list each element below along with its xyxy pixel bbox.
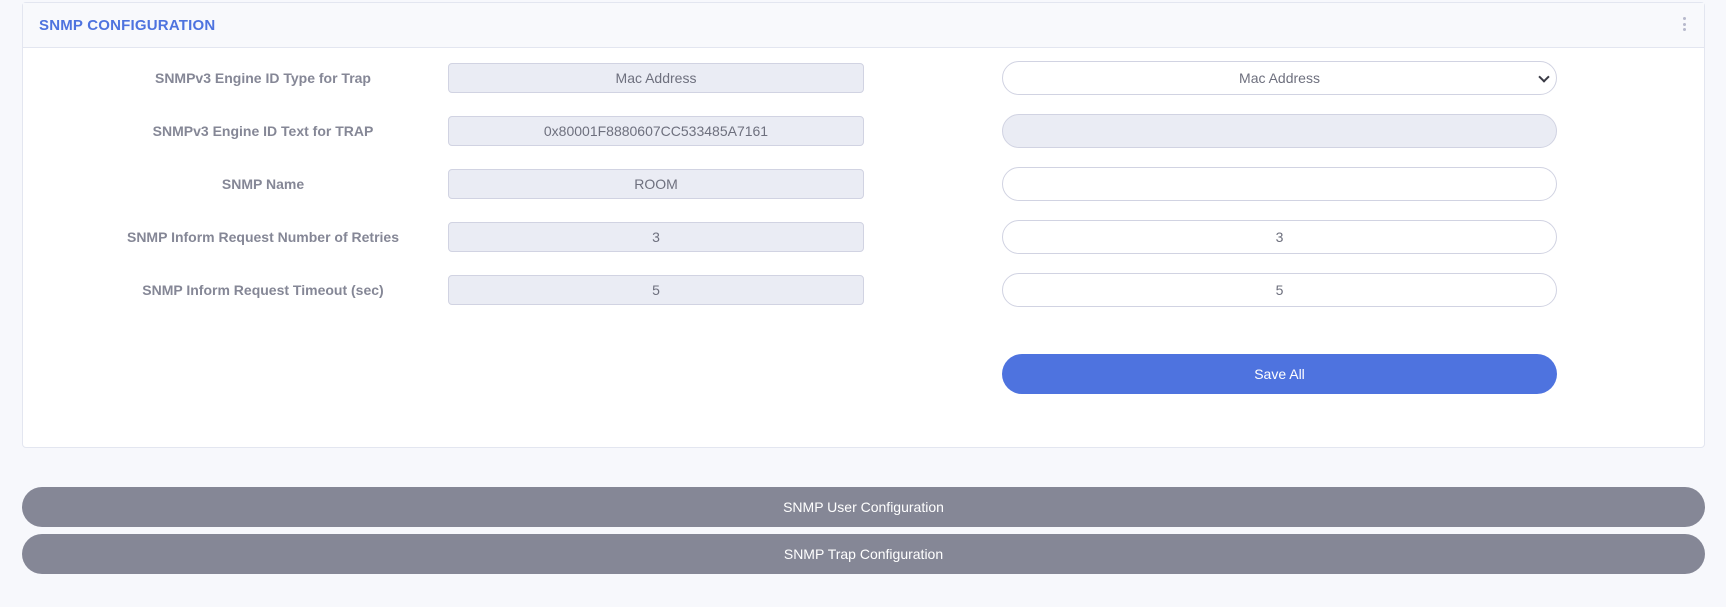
snmp-trap-configuration-button[interactable]: SNMP Trap Configuration	[22, 534, 1705, 574]
card-title: SNMP CONFIGURATION	[39, 17, 216, 34]
current-value-field: 3	[448, 222, 864, 252]
snmp-name-input[interactable]	[1002, 167, 1557, 201]
form-row-timeout: SNMP Inform Request Timeout (sec) 5 5	[23, 272, 1704, 312]
current-value-field: ROOM	[448, 169, 864, 199]
snmp-user-configuration-button[interactable]: SNMP User Configuration	[22, 487, 1705, 527]
timeout-input[interactable]: 5	[1002, 273, 1557, 307]
form-row-engine-id-type: SNMPv3 Engine ID Type for Trap Mac Addre…	[23, 60, 1704, 100]
current-value-field: Mac Address	[448, 63, 864, 93]
save-all-button[interactable]: Save All	[1002, 354, 1557, 394]
retries-input[interactable]: 3	[1002, 220, 1557, 254]
selected-option: Mac Address	[1239, 70, 1320, 86]
snmp-configuration-card: SNMP CONFIGURATION SNMPv3 Engine ID Type…	[22, 2, 1705, 448]
card-header: SNMP CONFIGURATION	[23, 3, 1704, 48]
form-row-retries: SNMP Inform Request Number of Retries 3 …	[23, 219, 1704, 259]
form-row-engine-id-text: SNMPv3 Engine ID Text for TRAP 0x80001F8…	[23, 113, 1704, 153]
chevron-down-icon	[1538, 71, 1550, 83]
field-label: SNMPv3 Engine ID Text for TRAP	[152, 123, 374, 139]
field-label: SNMP Inform Request Number of Retries	[126, 229, 399, 245]
field-label: SNMP Name	[221, 176, 305, 192]
kebab-menu-icon[interactable]	[1682, 17, 1686, 31]
form-row-snmp-name: SNMP Name ROOM	[23, 166, 1704, 206]
current-value-field: 5	[448, 275, 864, 305]
field-label: SNMP Inform Request Timeout (sec)	[142, 282, 384, 298]
current-value-field: 0x80001F8880607CC533485A7161	[448, 116, 864, 146]
field-label: SNMPv3 Engine ID Type for Trap	[154, 70, 371, 86]
engine-id-text-input	[1002, 114, 1557, 148]
engine-id-type-select[interactable]: Mac Address	[1002, 61, 1557, 95]
